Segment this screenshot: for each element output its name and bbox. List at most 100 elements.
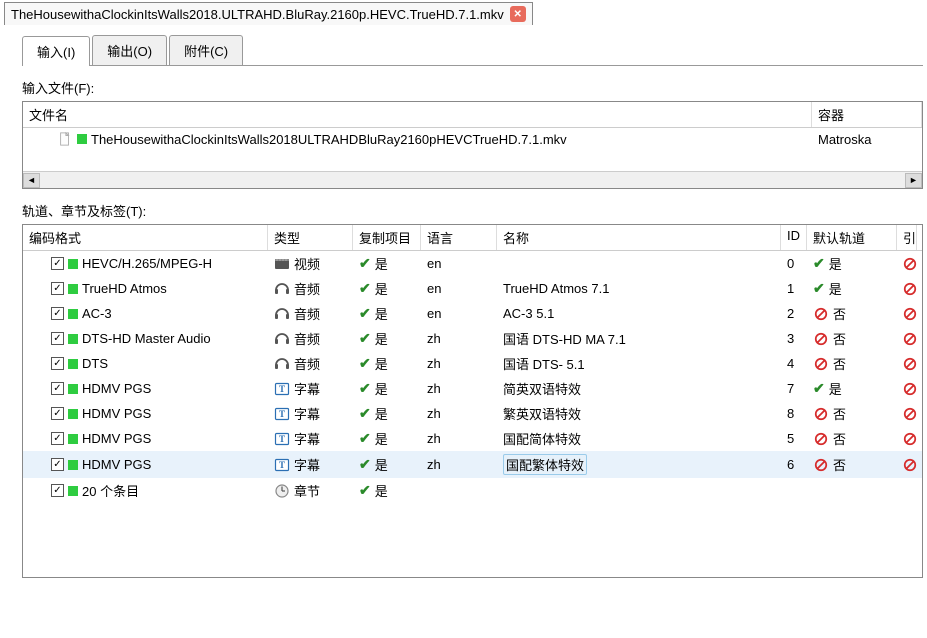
track-type: 视频 (294, 254, 320, 273)
scroll-left-icon[interactable]: ◄ (23, 173, 40, 188)
track-checkbox[interactable]: ✓ (51, 382, 64, 395)
track-checkbox[interactable]: ✓ (51, 432, 64, 445)
track-extra-cell (897, 328, 917, 350)
track-extra-cell (897, 488, 917, 494)
track-lang: zh (421, 403, 497, 424)
track-type-cell: 音频 (268, 326, 353, 351)
tracks-body[interactable]: ✓HEVC/H.265/MPEG-H视频✔ 是en0✔ 是✓TrueHD Atm… (23, 251, 922, 577)
track-id: 3 (781, 328, 807, 349)
track-row[interactable]: ✓DTS音频✔ 是zh国语 DTS- 5.14 否 (23, 351, 922, 376)
track-extra-cell (897, 303, 917, 325)
track-type: 音频 (294, 304, 320, 323)
track-row[interactable]: ✓TrueHD Atmos音频✔ 是enTrueHD Atmos 7.11✔ 是 (23, 276, 922, 301)
track-name: 国配简体特效 (503, 429, 581, 448)
track-copy-cell: ✔ 是 (353, 301, 421, 326)
check-icon: ✔ (359, 430, 371, 447)
file-row[interactable]: TheHousewithaClockinItsWalls2018ULTRAHDB… (23, 128, 922, 150)
track-id: 6 (781, 454, 807, 475)
track-row[interactable]: ✓DTS-HD Master Audio音频✔ 是zh国语 DTS-HD MA … (23, 326, 922, 351)
deny-icon (903, 381, 917, 397)
tracks-header-id[interactable]: ID (781, 225, 807, 250)
track-codec-cell: ✓HDMV PGS (23, 403, 268, 424)
track-row[interactable]: ✓HDMV PGST字幕✔ 是zh繁英双语特效8 否 (23, 401, 922, 426)
track-checkbox[interactable]: ✓ (51, 282, 64, 295)
files-header-name[interactable]: 文件名 (23, 102, 812, 127)
track-row[interactable]: ✓HDMV PGST字幕✔ 是zh国配繁体特效6 否 (23, 451, 922, 478)
track-row[interactable]: ✓HEVC/H.265/MPEG-H视频✔ 是en0✔ 是 (23, 251, 922, 276)
files-body[interactable]: TheHousewithaClockinItsWalls2018ULTRAHDB… (23, 128, 922, 171)
track-type-cell: T字幕 (268, 426, 353, 451)
tracks-header-default[interactable]: 默认轨道 (807, 225, 897, 250)
track-lang: zh (421, 378, 497, 399)
status-square-icon (68, 259, 78, 269)
track-checkbox[interactable]: ✓ (51, 307, 64, 320)
deny-icon (903, 331, 917, 347)
track-type: 音频 (294, 329, 320, 348)
track-extra-cell (897, 378, 917, 400)
track-codec-cell: ✓ HEVC/H.265/MPEG-H (23, 253, 268, 274)
files-header-container[interactable]: 容器 (812, 102, 922, 127)
audio-icon (274, 331, 290, 347)
track-name-cell: TrueHD Atmos 7.1 (497, 278, 781, 299)
track-copy-cell: ✔ 是 (353, 376, 421, 401)
track-row[interactable]: ✓HDMV PGST字幕✔ 是zh简英双语特效7✔ 是 (23, 376, 922, 401)
track-row[interactable]: ✓AC-3音频✔ 是enAC-3 5.12 否 (23, 301, 922, 326)
track-codec: AC-3 (82, 306, 112, 321)
track-row[interactable]: ✓20 个条目章节✔ 是 (23, 478, 922, 503)
track-checkbox[interactable]: ✓ (51, 407, 64, 420)
files-hscrollbar[interactable]: ◄ ► (23, 171, 922, 188)
track-checkbox[interactable]: ✓ (51, 332, 64, 345)
track-row[interactable]: ✓HDMV PGST字幕✔ 是zh国配简体特效5 否 (23, 426, 922, 451)
track-lang: zh (421, 353, 497, 374)
track-id: 7 (781, 378, 807, 399)
check-icon: ✔ (359, 405, 371, 422)
track-checkbox[interactable]: ✓ (51, 458, 64, 471)
deny-icon (813, 306, 829, 322)
track-type-cell: 视频 (268, 251, 353, 276)
track-checkbox[interactable]: ✓ (51, 357, 64, 370)
track-checkbox[interactable]: ✓ (51, 257, 64, 270)
tab-input[interactable]: 输入(I) (22, 36, 90, 66)
deny-icon (813, 457, 829, 473)
status-square-icon (77, 134, 87, 144)
tracks-header-extra[interactable]: 引 (897, 225, 917, 250)
svg-text:T: T (279, 434, 285, 444)
track-default-cell: 否 (807, 326, 897, 351)
track-type-cell: T字幕 (268, 452, 353, 477)
deny-icon (903, 256, 917, 272)
close-icon[interactable]: ✕ (510, 6, 526, 22)
tracks-header-copy[interactable]: 复制项目 (353, 225, 421, 250)
tab-attachments[interactable]: 附件(C) (169, 35, 243, 65)
track-type-cell: T字幕 (268, 401, 353, 426)
tab-output[interactable]: 输出(O) (92, 35, 167, 65)
track-codec: DTS (82, 356, 108, 371)
track-codec: HDMV PGS (82, 457, 151, 472)
file-tab[interactable]: TheHousewithaClockinItsWalls2018.ULTRAHD… (4, 2, 533, 25)
tracks-header-name[interactable]: 名称 (497, 225, 781, 250)
video-icon (274, 256, 290, 272)
track-default-cell: 否 (807, 426, 897, 451)
tracks-panel: 编码格式 类型 复制项目 语言 名称 ID 默认轨道 引 ✓ HEVC/H.265… (22, 224, 923, 578)
track-lang: en (421, 253, 497, 274)
track-codec-cell: ✓ HDMV PGS (23, 378, 268, 399)
scroll-right-icon[interactable]: ► (905, 173, 922, 188)
subtitle-icon: T (274, 406, 290, 422)
tracks-header-codec[interactable]: 编码格式 (23, 225, 268, 250)
check-icon: ✔ (359, 330, 371, 347)
track-checkbox[interactable]: ✓ (51, 484, 64, 497)
track-copy-cell: ✔ 是 (353, 478, 421, 503)
track-lang: en (421, 303, 497, 324)
tracks-header-type[interactable]: 类型 (268, 225, 353, 250)
audio-icon (274, 281, 290, 297)
track-id: 4 (781, 353, 807, 374)
status-square-icon (68, 460, 78, 470)
track-id: 1 (781, 278, 807, 299)
check-icon: ✔ (359, 456, 371, 473)
track-extra-cell (897, 403, 917, 425)
track-codec: DTS-HD Master Audio (82, 331, 211, 346)
track-codec: HDMV PGS (82, 381, 151, 396)
tracks-header-lang[interactable]: 语言 (421, 225, 497, 250)
check-icon: ✔ (359, 380, 371, 397)
track-lang (421, 488, 497, 494)
track-codec: HEVC/H.265/MPEG-H (82, 256, 212, 271)
